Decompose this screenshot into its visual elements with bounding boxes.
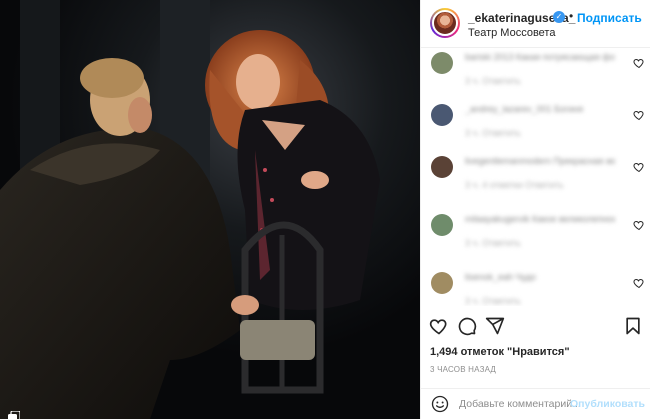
comment-avatar[interactable] [431,272,453,294]
comment-avatar[interactable] [431,52,453,74]
comment-text: lisenok_eah Чудо [465,272,536,282]
add-comment-form: Опубликовать [421,388,650,419]
list-item: lisenok_eah Чудо 3 ч. Ответить [421,268,650,306]
list-item: _andrey_lazarev_001 Богиня 3 ч. Ответить [421,100,650,144]
comment-input[interactable] [459,394,579,414]
location-link[interactable]: Театр Моссовета [468,27,555,39]
heart-icon[interactable] [633,57,645,69]
comment-text: milaayakugervik Какое великолепное фото [465,214,615,224]
comment-meta: 3 ч. Ответить [465,76,521,86]
follow-button[interactable]: Подписать [577,11,642,25]
comment-text: livegentlemanmodern Прекрасная женщина [465,156,615,166]
comment-meta: 3 ч. Ответить [465,296,521,306]
publish-button[interactable]: Опубликовать [570,398,645,410]
post-actions [421,314,650,340]
post-header: _ekaterinaguseva_ ✓ • Подписать Театр Мо… [421,0,650,48]
comment-avatar[interactable] [431,104,453,126]
comment-icon[interactable] [457,316,477,336]
post-sidebar: _ekaterinaguseva_ ✓ • Подписать Театр Мо… [420,0,650,419]
comment-avatar[interactable] [431,214,453,236]
avatar[interactable] [430,8,460,38]
list-item: bariski 2013 Какая потрясающая фотографи… [421,48,650,92]
likes-count[interactable]: 1,494 отметок "Нравится" [430,346,570,358]
comment-meta: 3 ч. Ответить [465,128,521,138]
heart-icon[interactable] [633,109,645,121]
list-item: milaayakugervik Какое великолепное фото … [421,210,650,254]
comment-text: _andrey_lazarev_001 Богиня [465,104,584,114]
comment-meta: 3 ч. 4 отметки Ответить [465,180,564,190]
separator: • [569,9,574,23]
comments-list[interactable]: bariski 2013 Какая потрясающая фотографи… [421,48,650,306]
comment-text: bariski 2013 Какая потрясающая фотографи… [465,52,615,62]
verified-badge-icon: ✓ [553,11,565,23]
comment-avatar[interactable] [431,156,453,178]
heart-icon[interactable] [633,219,645,231]
heart-icon[interactable] [633,277,645,289]
bookmark-icon[interactable] [623,316,643,336]
heart-icon[interactable] [633,161,645,173]
heart-icon[interactable] [429,316,449,336]
stage-photo [0,0,420,419]
comment-meta: 3 ч. Ответить [465,238,521,248]
smiley-icon[interactable] [431,395,449,413]
share-icon[interactable] [485,316,505,336]
post-timestamp[interactable]: 3 ЧАСОВ НАЗАД [430,365,496,374]
list-item: livegentlemanmodern Прекрасная женщина 3… [421,152,650,196]
post-photo[interactable] [0,0,420,419]
